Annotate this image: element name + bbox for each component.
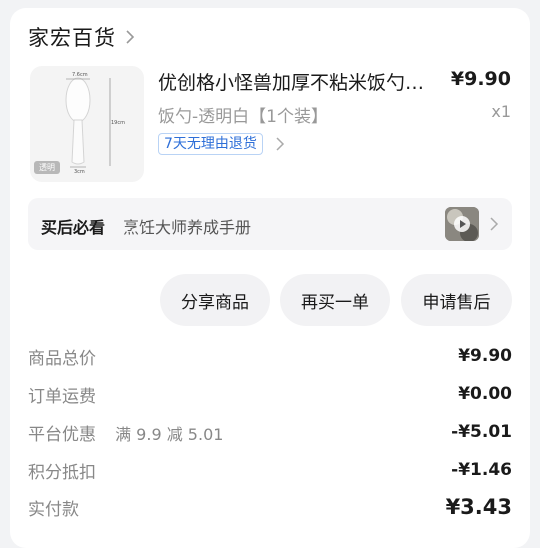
paid-row: 实付款 ¥3.43 [28, 494, 512, 520]
image-width-label: 7.6cm [72, 72, 88, 78]
chevron-right-icon [122, 29, 138, 45]
return-policy-tag[interactable]: 7天无理由退货 [158, 133, 263, 155]
guide-title: 烹饪大师养成手册 [123, 218, 252, 237]
platform-discount-row: 平台优惠 满 9.9 减 5.01 -¥5.01 [28, 419, 512, 445]
guide-label: 买后必看 [41, 218, 106, 237]
return-chevron-icon[interactable] [272, 136, 288, 152]
after-sales-guide[interactable]: 买后必看 烹饪大师养成手册 [28, 198, 512, 250]
points-value: -¥1.46 [451, 460, 512, 480]
image-base-label: 3cm [74, 169, 85, 175]
product-title[interactable]: 优创格小怪兽加厚不粘米饭勺… [158, 68, 448, 95]
platform-discount-detail: 满 9.9 减 5.01 [115, 424, 224, 444]
guide-chevron-icon [486, 216, 502, 232]
share-product-button[interactable]: 分享商品 [160, 274, 270, 326]
image-badge: 透明 [34, 161, 60, 174]
product-price: ¥9.90 [450, 68, 511, 90]
product-thumbnail[interactable]: 7.6cm 19cm 3cm 透明 [30, 66, 144, 182]
product-variant: 饭勺-透明白【1个装】 [158, 107, 328, 127]
rebuy-button[interactable]: 再买一单 [280, 274, 390, 326]
goods-total-value: ¥9.90 [458, 346, 512, 366]
paid-value: ¥3.43 [445, 495, 512, 519]
shipping-label: 订单运费 [28, 386, 96, 407]
points-label: 积分抵扣 [28, 462, 96, 483]
apply-after-sale-button[interactable]: 申请售后 [401, 274, 512, 326]
goods-total-label: 商品总价 [28, 348, 96, 369]
points-row: 积分抵扣 -¥1.46 [28, 457, 512, 483]
platform-discount-value: -¥5.01 [451, 422, 512, 442]
platform-discount-label: 平台优惠 [28, 424, 96, 445]
video-thumbnail[interactable] [445, 207, 479, 241]
product-quantity: x1 [491, 102, 511, 121]
shop-link[interactable]: 家宏百货 [28, 22, 138, 52]
goods-total-row: 商品总价 ¥9.90 [28, 343, 512, 369]
paid-label: 实付款 [28, 499, 79, 520]
shipping-row: 订单运费 ¥0.00 [28, 381, 512, 407]
image-height-label: 19cm [111, 120, 125, 126]
shop-name: 家宏百货 [28, 26, 116, 50]
shipping-value: ¥0.00 [458, 384, 512, 404]
